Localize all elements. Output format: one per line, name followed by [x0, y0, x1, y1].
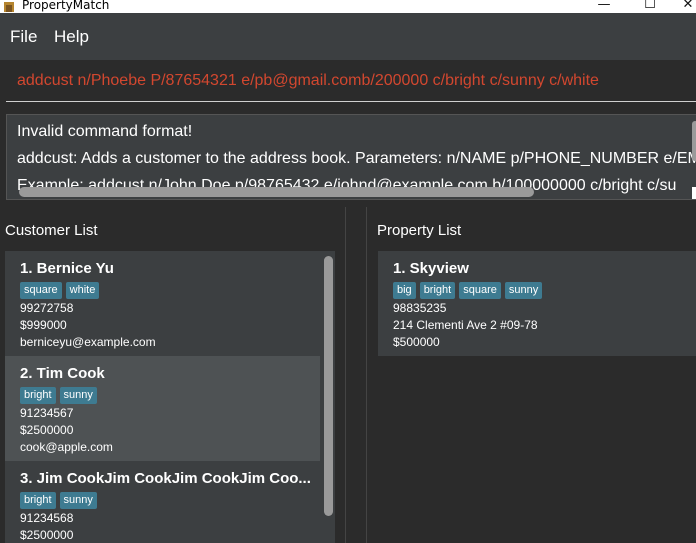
title-bar: PropertyMatch — ☐ ✕	[0, 0, 696, 13]
property-list[interactable]: 1. Skyview big bright square sunny 98835…	[378, 251, 696, 356]
customer-email: cook@apple.com	[20, 440, 113, 454]
customer-list-panel: Customer List 1. Bernice Yu square white…	[0, 207, 346, 543]
tag: big	[393, 282, 416, 299]
property-card[interactable]: 1. Skyview big bright square sunny 98835…	[378, 251, 696, 356]
minimize-icon[interactable]: —	[584, 0, 624, 13]
tag: sunny	[59, 387, 97, 404]
command-input[interactable]	[6, 60, 696, 102]
customer-list-scrollbar[interactable]	[324, 256, 333, 516]
customer-tags: bright sunny	[20, 492, 97, 509]
result-horizontal-scrollbar[interactable]	[19, 187, 534, 197]
tag: bright	[20, 387, 56, 404]
customer-card-selected[interactable]: 2. Tim Cook bright sunny 91234567 $25000…	[5, 356, 320, 461]
customer-card[interactable]: 3. Jim CookJim CookJim CookJim Coo... br…	[5, 461, 320, 543]
menu-help[interactable]: Help	[54, 27, 89, 47]
property-phone: 98835235	[393, 301, 447, 315]
tag: square	[20, 282, 62, 299]
customer-phone: 91234568	[20, 511, 74, 525]
command-box	[0, 60, 696, 106]
result-line-1: Invalid command format!	[17, 123, 193, 140]
customer-budget: $2500000	[20, 423, 74, 437]
scroll-corner	[692, 187, 696, 199]
customer-name: 2. Tim Cook	[20, 365, 105, 382]
property-list-title: Property List	[377, 222, 462, 239]
tag: white	[65, 282, 100, 299]
menu-bar: File Help	[0, 13, 696, 60]
result-text-area[interactable]: Invalid command format! addcust: Adds a …	[6, 114, 696, 200]
customer-card[interactable]: 1. Bernice Yu square white 99272758 $999…	[5, 251, 320, 356]
tag: bright	[20, 492, 56, 509]
maximize-icon[interactable]: ☐	[630, 0, 670, 13]
customer-name: 1. Bernice Yu	[20, 260, 114, 277]
menu-file[interactable]: File	[10, 27, 37, 47]
window-title: PropertyMatch	[22, 0, 110, 12]
property-address: 214 Clementi Ave 2 #09-78	[393, 318, 538, 332]
tag: bright	[419, 282, 456, 299]
customer-budget: $2500000	[20, 528, 74, 542]
property-list-panel: Property List 1. Skyview big bright squa…	[366, 207, 696, 543]
customer-list[interactable]: 1. Bernice Yu square white 99272758 $999…	[5, 251, 335, 543]
property-price: $500000	[393, 335, 440, 349]
result-vertical-scrollbar[interactable]	[692, 121, 696, 161]
close-icon[interactable]: ✕	[668, 0, 696, 13]
customer-tags: square white	[20, 282, 100, 299]
customer-phone: 91234567	[20, 406, 74, 420]
customer-budget: $999000	[20, 318, 67, 332]
customer-name: 3. Jim CookJim CookJim CookJim Coo...	[20, 470, 311, 487]
house-icon	[4, 2, 14, 12]
property-tags: big bright square sunny	[393, 282, 543, 299]
tag: square	[459, 282, 501, 299]
customer-email: berniceyu@example.com	[20, 335, 156, 349]
result-display: Invalid command format! addcust: Adds a …	[0, 106, 696, 206]
tag: sunny	[504, 282, 543, 299]
customer-tags: bright sunny	[20, 387, 97, 404]
customer-list-title: Customer List	[5, 222, 98, 239]
property-name: 1. Skyview	[393, 260, 469, 277]
result-line-2: addcust: Adds a customer to the address …	[17, 150, 696, 167]
customer-phone: 99272758	[20, 301, 74, 315]
tag: sunny	[59, 492, 97, 509]
